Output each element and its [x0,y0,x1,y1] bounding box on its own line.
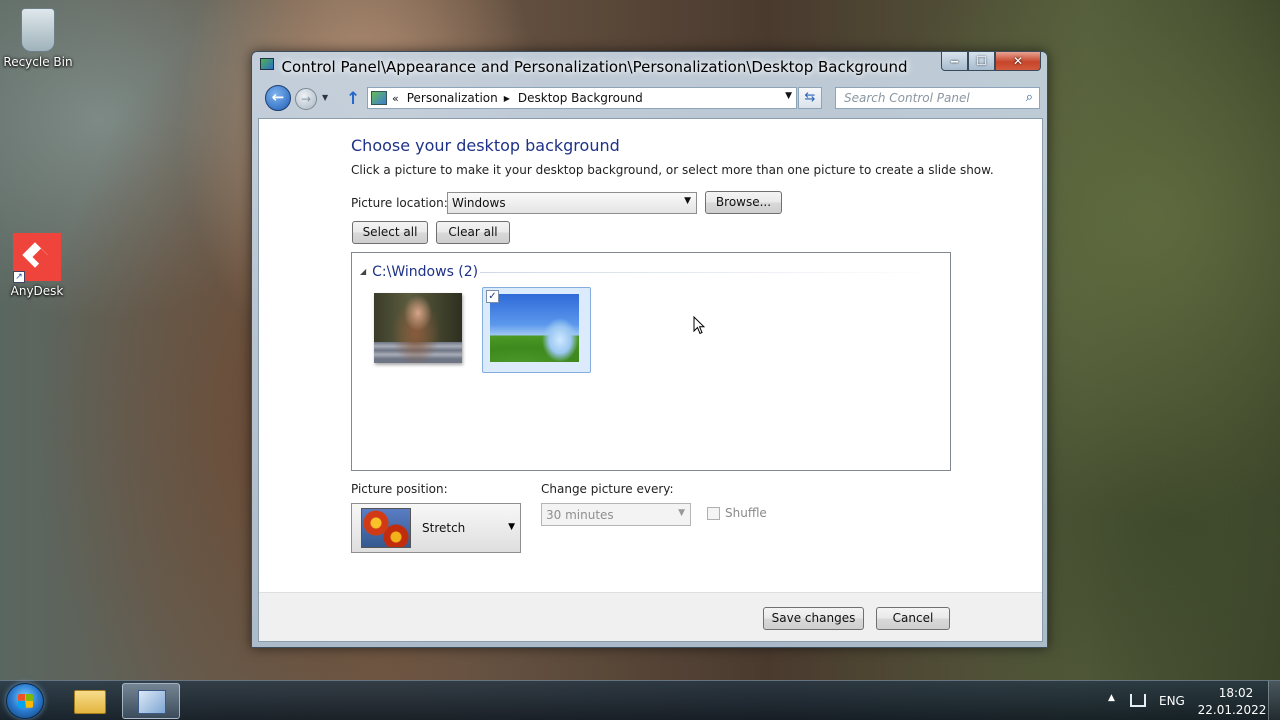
picture-location-value: Windows [452,196,506,210]
desktop-icon-anydesk[interactable]: ↗ AnyDesk [0,233,75,298]
refresh-icon: ⇆ [804,90,816,105]
chevron-down-icon: ▼ [684,196,691,206]
anydesk-icon: ↗ [13,233,61,283]
address-bar[interactable]: « Personalization ▶ Desktop Background ▼ [367,87,797,109]
shuffle-checkbox[interactable] [707,507,720,520]
desktop-icon-recycle-bin[interactable]: Recycle Bin [0,8,76,69]
arrow-up-icon: ↑ [346,89,361,109]
maximize-button[interactable]: ☐ [968,52,995,71]
content-pane: Choose your desktop background Click a p… [258,118,1043,642]
picture-gallery[interactable]: ◢ C:\Windows (2) ✓ [351,252,951,471]
up-button[interactable]: ↑ [346,89,360,109]
chevron-down-icon: ▼ [508,522,515,532]
chevron-down-icon: ▼ [678,508,685,518]
taskbar-explorer-button[interactable] [60,683,118,719]
desktop-background-window: Control Panel\Appearance and Personaliza… [251,51,1048,648]
browse-button[interactable]: Browse... [705,191,782,214]
search-input[interactable]: Search Control Panel ⌕ [835,87,1040,109]
recycle-bin-icon [21,8,55,52]
minimize-button[interactable]: ‒ [941,52,968,71]
arrow-right-icon: → [300,92,312,106]
control-panel-icon [371,91,387,105]
window-controls: ‒ ☐ ✕ [941,52,1041,71]
picture-position-label: Picture position: [351,482,448,496]
show-hidden-icons-icon[interactable]: ▲ [1108,693,1115,703]
select-all-button[interactable]: Select all [352,221,428,244]
page-title: Choose your desktop background [351,136,620,155]
address-dropdown-icon[interactable]: ▼ [785,91,792,101]
change-interval-value: 30 minutes [546,508,614,522]
shortcut-arrow-icon: ↗ [13,271,25,283]
control-panel-icon [138,690,166,714]
group-header[interactable]: ◢ C:\Windows (2) [360,264,478,280]
picture-thumbnail-portrait[interactable] [374,293,462,363]
change-every-label: Change picture every: [541,482,674,496]
navigation-bar: ← → ▼ ↑ « Personalization ▶ Desktop Back… [252,80,1047,114]
arrow-left-icon: ← [271,88,285,106]
checkmark-icon: ✓ [488,291,497,302]
network-icon[interactable] [1130,694,1146,707]
breadcrumb-overflow[interactable]: « [392,92,399,105]
change-interval-select[interactable]: 30 minutes ▼ [541,503,691,526]
taskbar-control-panel-button[interactable] [122,683,180,719]
show-desktop-button[interactable] [1268,681,1280,720]
breadcrumb-desktop-background[interactable]: Desktop Background [518,91,643,105]
close-button[interactable]: ✕ [995,52,1041,71]
title-bar[interactable]: Control Panel\Appearance and Personaliza… [252,52,1047,80]
start-button[interactable] [6,683,44,719]
mouse-cursor-icon [693,316,705,335]
flower-preview-icon [361,508,411,548]
picture-thumbnail-image [490,294,579,362]
clock-time[interactable]: 18:02 [1208,686,1264,700]
picture-position-select[interactable]: Stretch ▼ [351,503,521,553]
taskbar: ▲ ENG 18:02 22.01.2022 [0,680,1280,720]
picture-location-select[interactable]: Windows ▼ [447,192,697,214]
breadcrumb-separator-icon[interactable]: ▶ [504,94,510,103]
folder-icon [74,690,106,714]
dialog-footer: Save changes Cancel [259,592,1042,641]
group-header-label: C:\Windows (2) [372,264,479,280]
shuffle-label: Shuffle [725,506,767,520]
collapse-triangle-icon[interactable]: ◢ [360,267,366,276]
breadcrumb-personalization[interactable]: Personalization [407,91,498,105]
search-icon[interactable]: ⌕ [1026,90,1033,105]
picture-checkbox[interactable]: ✓ [486,290,499,303]
picture-position-value: Stretch [422,521,466,535]
clock-date[interactable]: 22.01.2022 [1196,703,1268,717]
back-button[interactable]: ← [265,85,291,111]
picture-thumbnail-selected[interactable]: ✓ [482,287,591,373]
forward-button[interactable]: → [295,88,317,110]
clear-all-button[interactable]: Clear all [436,221,510,244]
recent-pages-dropdown[interactable]: ▼ [322,93,328,102]
window-title: Control Panel\Appearance and Personaliza… [281,58,908,76]
page-description: Click a picture to make it your desktop … [351,163,994,177]
desktop-icon-label: Recycle Bin [3,55,73,69]
desktop-icon-label: AnyDesk [10,284,64,298]
search-placeholder: Search Control Panel [844,91,970,105]
language-indicator[interactable]: ENG [1159,694,1185,708]
refresh-button[interactable]: ⇆ [798,87,822,109]
group-divider [480,272,942,273]
cancel-button[interactable]: Cancel [876,607,950,630]
save-changes-button[interactable]: Save changes [763,607,864,630]
picture-location-label: Picture location: [351,196,448,210]
